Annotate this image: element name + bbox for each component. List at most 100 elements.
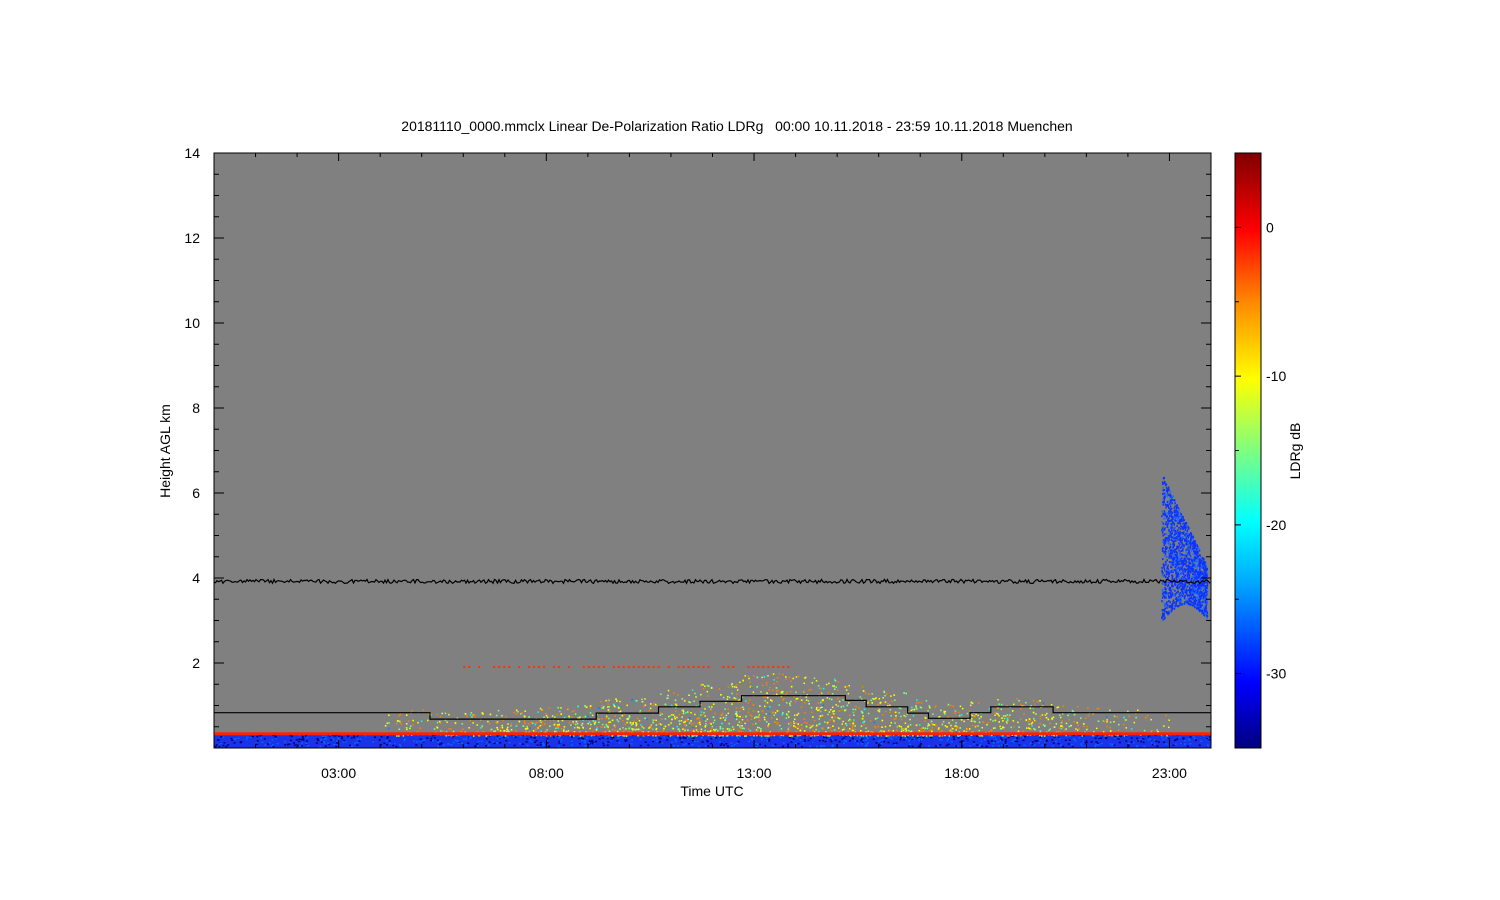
speckle-aerosol [671, 718, 673, 721]
speckle-near-surface [399, 745, 402, 747]
speckle-near-surface [1127, 742, 1130, 745]
speckle-aerosol [406, 728, 408, 731]
speckle-near-surface [1005, 745, 1008, 747]
speckle-aerosol [1013, 703, 1015, 706]
speckle-aerosol [815, 706, 818, 709]
speckle-aerosol [427, 719, 429, 722]
speckle-aerosol [470, 712, 473, 714]
speckle-near-surface [694, 740, 697, 743]
speckle-near-surface [1022, 736, 1025, 739]
speckle-near-surface [506, 736, 509, 739]
speckle-aerosol [622, 726, 624, 729]
speckle-cloud [1201, 556, 1204, 559]
speckle-near-surface [1080, 744, 1083, 747]
speckle-cloud [1164, 555, 1166, 558]
speckle-aerosol [822, 727, 824, 730]
speckle-near-surface [1130, 737, 1133, 739]
speckle-near-surface [276, 742, 279, 745]
speckle-aerosol [452, 730, 455, 733]
speckle-near-surface [1072, 738, 1075, 740]
speckle-aerosol [882, 697, 884, 699]
speckle-cloud [1181, 539, 1183, 542]
speckle-aerosol [614, 715, 617, 718]
speckle-aerosol [714, 712, 716, 715]
speckle-cloud [1203, 606, 1205, 609]
speckle-cloud [1181, 568, 1183, 571]
speckle-near-surface [987, 742, 990, 745]
speckle-aerosol [909, 718, 911, 721]
speckle-elevated-layer [597, 665, 600, 668]
speckle-near-surface [398, 743, 401, 746]
speckle-aerosol [541, 723, 543, 726]
speckle-cloud [1168, 610, 1171, 613]
speckle-elevated-layer [622, 665, 625, 668]
speckle-near-surface [720, 742, 723, 745]
speckle-aerosol [905, 692, 907, 695]
speckle-near-surface [1018, 744, 1021, 746]
speckle-near-surface [1051, 739, 1054, 741]
speckle-near-surface [284, 740, 287, 743]
speckle-aerosol [789, 722, 792, 724]
speckle-aerosol [643, 705, 645, 708]
speckle-aerosol [611, 719, 614, 722]
speckle-cloud [1180, 541, 1183, 544]
speckle-near-surface [290, 735, 293, 738]
speckle-near-surface [1194, 739, 1197, 742]
speckle-near-surface [1029, 743, 1032, 745]
speckle-aerosol [795, 698, 798, 700]
speckle-aerosol [1087, 714, 1090, 717]
speckle-near-surface [378, 739, 381, 741]
speckle-near-surface [685, 743, 688, 745]
speckle-aerosol [566, 708, 569, 710]
speckle-cloud [1173, 535, 1175, 538]
speckle-cloud [1200, 591, 1203, 594]
speckle-aerosol [893, 718, 896, 721]
speckle-aerosol [848, 684, 850, 687]
speckle-aerosol [704, 715, 706, 717]
speckle-elevated-layer [732, 665, 735, 668]
speckle-aerosol [738, 730, 740, 732]
speckle-aerosol [865, 727, 867, 729]
speckle-aerosol [841, 729, 844, 731]
speckle-aerosol [619, 710, 622, 713]
speckle-cloud [1173, 594, 1175, 597]
speckle-aerosol [862, 735, 865, 737]
speckle-near-surface [1150, 742, 1153, 744]
speckle-near-surface [1059, 744, 1062, 747]
speckle-near-surface [513, 744, 516, 747]
speckle-aerosol [833, 688, 836, 690]
speckle-near-surface [722, 744, 725, 746]
speckle-aerosol [744, 722, 746, 725]
speckle-aerosol [782, 673, 784, 676]
speckle-cloud [1189, 545, 1191, 548]
speckle-cloud [1190, 539, 1192, 542]
speckle-near-surface [1094, 745, 1097, 748]
speckle-near-surface [911, 745, 914, 748]
speckle-near-surface [1094, 743, 1097, 746]
speckle-aerosol [545, 735, 548, 737]
speckle-near-surface [748, 740, 751, 743]
speckle-aerosol [538, 725, 540, 728]
speckle-aerosol [716, 729, 719, 732]
speckle-aerosol [584, 715, 587, 718]
speckle-aerosol [894, 722, 896, 724]
speckle-near-surface [514, 736, 517, 738]
speckle-aerosol [924, 716, 927, 719]
speckle-aerosol [705, 723, 707, 725]
speckle-aerosol [978, 721, 981, 724]
speckle-near-surface [539, 744, 542, 746]
speckle-cloud [1185, 543, 1187, 546]
speckle-aerosol [685, 719, 687, 721]
speckle-near-surface [245, 738, 248, 741]
speckle-aerosol [603, 726, 606, 728]
speckle-aerosol [621, 714, 624, 717]
speckle-near-surface [1182, 738, 1185, 740]
speckle-cloud [1169, 589, 1171, 592]
speckle-aerosol [765, 681, 768, 684]
speckle-aerosol [655, 728, 657, 731]
speckle-aerosol [518, 720, 521, 723]
speckle-aerosol [704, 720, 707, 722]
speckle-cloud [1199, 595, 1201, 598]
speckle-aerosol [562, 730, 565, 732]
speckle-aerosol [524, 710, 526, 712]
